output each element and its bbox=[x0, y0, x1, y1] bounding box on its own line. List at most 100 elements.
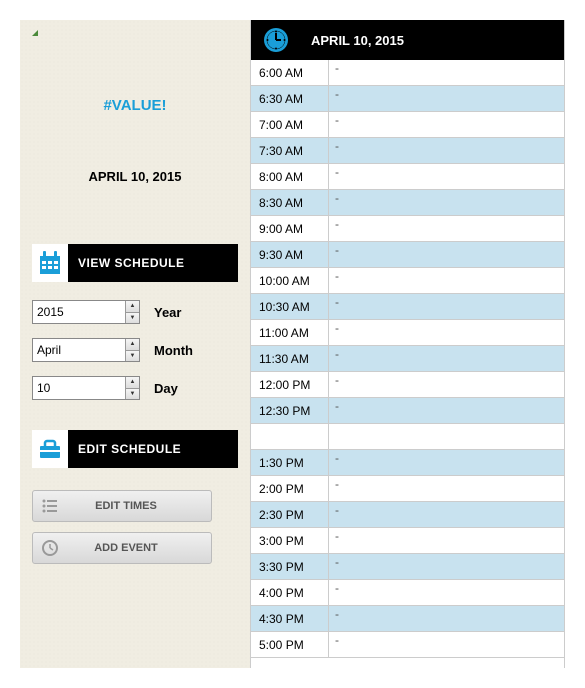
time-row[interactable]: 12:30 PM- bbox=[251, 398, 564, 424]
day-up-button[interactable]: ▲ bbox=[126, 377, 139, 389]
action-buttons: EDIT TIMES ADD EVENT bbox=[32, 490, 238, 564]
time-row[interactable]: 8:30 AM- bbox=[251, 190, 564, 216]
day-down-button[interactable]: ▼ bbox=[126, 389, 139, 400]
day-spinner[interactable]: 10 ▲ ▼ bbox=[32, 376, 140, 400]
time-cell: 7:30 AM bbox=[251, 138, 329, 163]
event-cell[interactable]: - bbox=[329, 346, 564, 371]
time-row[interactable]: 11:00 AM- bbox=[251, 320, 564, 346]
edit-schedule-section: EDIT SCHEDULE bbox=[32, 430, 238, 468]
sidebar: #VALUE! APRIL 10, 2015 VIEW SCHEDULE bbox=[20, 20, 250, 668]
year-value: 2015 bbox=[33, 301, 125, 323]
date-controls: 2015 ▲ ▼ Year April ▲ ▼ Month bbox=[32, 300, 238, 400]
time-cell: 9:30 AM bbox=[251, 242, 329, 267]
time-cell: 5:00 PM bbox=[251, 632, 329, 657]
value-error-text: #VALUE! bbox=[32, 97, 238, 114]
event-cell[interactable]: - bbox=[329, 580, 564, 605]
toolbox-icon bbox=[32, 430, 68, 468]
time-row[interactable]: 9:30 AM- bbox=[251, 242, 564, 268]
day-value: 10 bbox=[33, 377, 125, 399]
event-cell[interactable]: - bbox=[329, 216, 564, 241]
event-cell[interactable]: - bbox=[329, 320, 564, 345]
event-cell[interactable]: - bbox=[329, 268, 564, 293]
time-cell: 6:00 AM bbox=[251, 60, 329, 85]
schedule-header-date: APRIL 10, 2015 bbox=[301, 33, 404, 48]
day-control: 10 ▲ ▼ Day bbox=[32, 376, 238, 400]
schedule-body: 6:00 AM-6:30 AM-7:00 AM-7:30 AM-8:00 AM-… bbox=[251, 60, 564, 668]
month-up-button[interactable]: ▲ bbox=[126, 339, 139, 351]
event-cell[interactable]: - bbox=[329, 60, 564, 85]
event-cell[interactable]: - bbox=[329, 138, 564, 163]
year-down-button[interactable]: ▼ bbox=[126, 313, 139, 324]
event-cell[interactable]: - bbox=[329, 476, 564, 501]
event-cell[interactable]: - bbox=[329, 112, 564, 137]
time-cell: 12:00 PM bbox=[251, 372, 329, 397]
time-row[interactable]: 8:00 AM- bbox=[251, 164, 564, 190]
event-cell[interactable] bbox=[329, 424, 564, 449]
event-cell[interactable]: - bbox=[329, 632, 564, 657]
month-value: April bbox=[33, 339, 125, 361]
time-row[interactable]: 6:00 AM- bbox=[251, 60, 564, 86]
event-cell[interactable]: - bbox=[329, 242, 564, 267]
time-cell: 3:00 PM bbox=[251, 528, 329, 553]
clock-small-icon bbox=[39, 537, 61, 559]
year-spinner[interactable]: 2015 ▲ ▼ bbox=[32, 300, 140, 324]
month-control: April ▲ ▼ Month bbox=[32, 338, 238, 362]
time-row[interactable]: 5:00 PM- bbox=[251, 632, 564, 658]
time-row[interactable]: 11:30 AM- bbox=[251, 346, 564, 372]
event-cell[interactable]: - bbox=[329, 294, 564, 319]
time-row[interactable]: 3:00 PM- bbox=[251, 528, 564, 554]
time-row[interactable]: 2:30 PM- bbox=[251, 502, 564, 528]
event-cell[interactable]: - bbox=[329, 502, 564, 527]
time-cell: 3:30 PM bbox=[251, 554, 329, 579]
calendar-icon bbox=[32, 244, 68, 282]
edit-times-button[interactable]: EDIT TIMES bbox=[32, 490, 212, 522]
time-cell: 9:00 AM bbox=[251, 216, 329, 241]
year-up-button[interactable]: ▲ bbox=[126, 301, 139, 313]
time-row[interactable]: 7:30 AM- bbox=[251, 138, 564, 164]
corner-mark-icon bbox=[32, 30, 38, 36]
year-control: 2015 ▲ ▼ Year bbox=[32, 300, 238, 324]
time-cell: 11:30 AM bbox=[251, 346, 329, 371]
schedule-panel: APRIL 10, 2015 6:00 AM-6:30 AM-7:00 AM-7… bbox=[250, 20, 565, 668]
time-row[interactable]: 1:30 PM- bbox=[251, 450, 564, 476]
time-row[interactable]: 4:30 PM- bbox=[251, 606, 564, 632]
year-spinner-buttons: ▲ ▼ bbox=[125, 301, 139, 323]
time-row[interactable]: 3:30 PM- bbox=[251, 554, 564, 580]
add-event-button[interactable]: ADD EVENT bbox=[32, 532, 212, 564]
add-event-label: ADD EVENT bbox=[61, 542, 211, 554]
event-cell[interactable]: - bbox=[329, 86, 564, 111]
event-cell[interactable]: - bbox=[329, 554, 564, 579]
time-row[interactable]: 7:00 AM- bbox=[251, 112, 564, 138]
event-cell[interactable]: - bbox=[329, 398, 564, 423]
month-spinner[interactable]: April ▲ ▼ bbox=[32, 338, 140, 362]
event-cell[interactable]: - bbox=[329, 372, 564, 397]
event-cell[interactable]: - bbox=[329, 190, 564, 215]
time-cell: 4:00 PM bbox=[251, 580, 329, 605]
event-cell[interactable]: - bbox=[329, 164, 564, 189]
month-spinner-buttons: ▲ ▼ bbox=[125, 339, 139, 361]
event-cell[interactable]: - bbox=[329, 450, 564, 475]
clock-icon bbox=[251, 26, 301, 54]
time-cell: 10:30 AM bbox=[251, 294, 329, 319]
time-row[interactable]: 10:30 AM- bbox=[251, 294, 564, 320]
time-row[interactable]: 2:00 PM- bbox=[251, 476, 564, 502]
time-row[interactable]: 9:00 AM- bbox=[251, 216, 564, 242]
app-container: #VALUE! APRIL 10, 2015 VIEW SCHEDULE bbox=[20, 20, 565, 668]
event-cell[interactable]: - bbox=[329, 606, 564, 631]
time-cell: 8:30 AM bbox=[251, 190, 329, 215]
time-cell: 6:30 AM bbox=[251, 86, 329, 111]
time-row[interactable] bbox=[251, 424, 564, 450]
view-schedule-label: VIEW SCHEDULE bbox=[68, 244, 238, 282]
time-cell: 2:30 PM bbox=[251, 502, 329, 527]
event-cell[interactable]: - bbox=[329, 528, 564, 553]
time-row[interactable]: 12:00 PM- bbox=[251, 372, 564, 398]
time-cell: 8:00 AM bbox=[251, 164, 329, 189]
time-row[interactable]: 6:30 AM- bbox=[251, 86, 564, 112]
time-cell: 10:00 AM bbox=[251, 268, 329, 293]
time-row[interactable]: 4:00 PM- bbox=[251, 580, 564, 606]
time-cell: 11:00 AM bbox=[251, 320, 329, 345]
time-cell: 12:30 PM bbox=[251, 398, 329, 423]
month-down-button[interactable]: ▼ bbox=[126, 351, 139, 362]
time-row[interactable]: 10:00 AM- bbox=[251, 268, 564, 294]
edit-times-label: EDIT TIMES bbox=[61, 500, 211, 512]
